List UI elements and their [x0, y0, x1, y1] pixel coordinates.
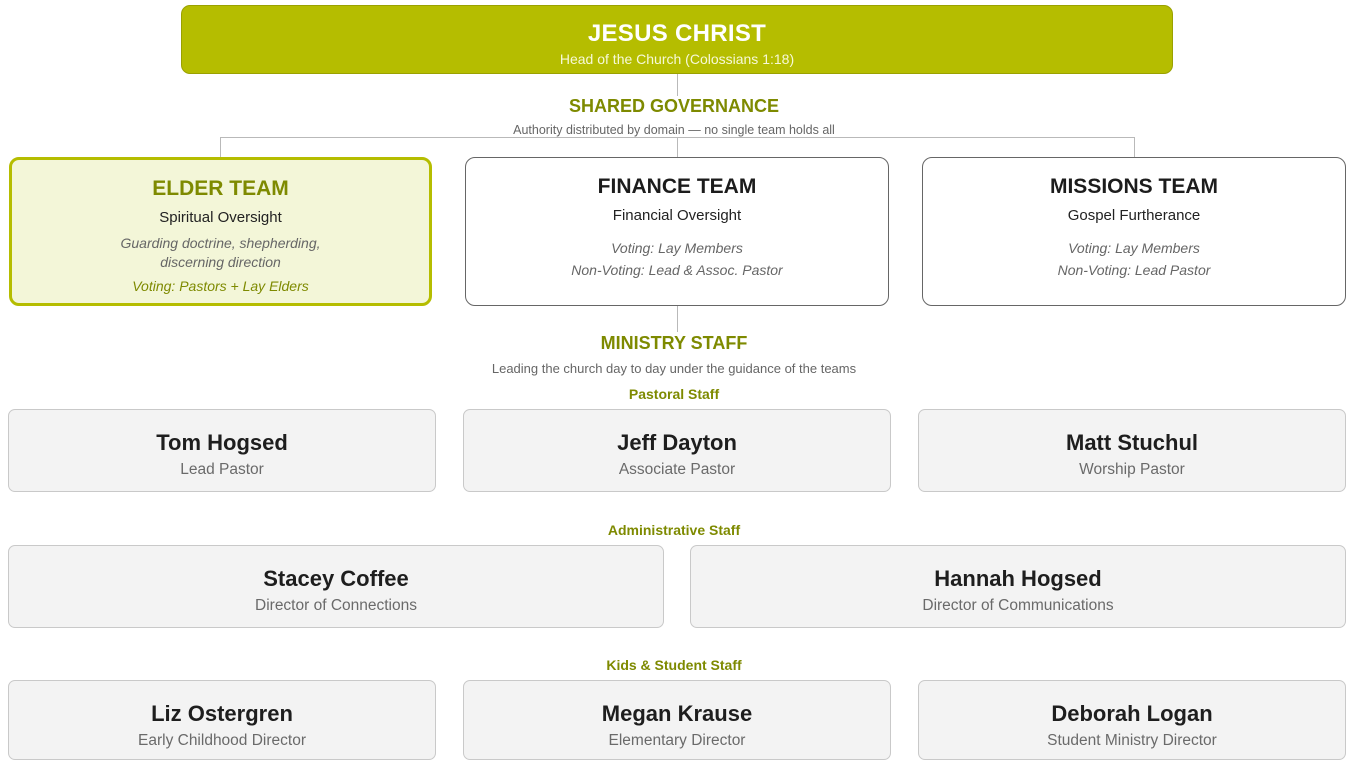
staff-role: Lead Pastor: [180, 461, 264, 478]
staff-name: Deborah Logan: [1051, 701, 1213, 726]
ministry-subtitle: Leading the church day to day under the …: [491, 361, 857, 376]
team-title: MISSIONS TEAM: [1049, 175, 1218, 198]
team-subtitle: Spiritual Oversight: [159, 209, 282, 226]
team-card-elder: ELDER TEAM Spiritual Oversight Guarding …: [9, 157, 432, 306]
team-subtitle: Gospel Furtherance: [1067, 207, 1201, 224]
staff-name: Megan Krause: [601, 701, 753, 726]
staff-role: Director of Communications: [922, 597, 1114, 614]
staff-role: Early Childhood Director: [138, 732, 306, 749]
staff-name: Liz Ostergren: [151, 701, 293, 726]
staff-role: Student Ministry Director: [1047, 732, 1217, 749]
connector-to-elder: [220, 137, 221, 158]
head-box: JESUS CHRIST Head of the Church (Colossi…: [181, 5, 1173, 74]
team-title: ELDER TEAM: [152, 177, 289, 200]
team-voting-line: Non-Voting: Lead Pastor: [1057, 262, 1211, 278]
team-voting-line: Voting: Lay Members: [1068, 240, 1200, 256]
connector-head-to-governance: [677, 74, 678, 96]
connector-finance-to-ministry: [677, 306, 678, 332]
team-title: FINANCE TEAM: [597, 175, 757, 198]
staff-card: Tom Hogsed Lead Pastor: [8, 409, 436, 492]
staff-role: Elementary Director: [608, 732, 746, 749]
team-description-line: Guarding doctrine, shepherding,: [120, 235, 321, 251]
team-voting-line: Voting: Pastors + Lay Elders: [132, 278, 309, 294]
team-card-finance: FINANCE TEAM Financial Oversight Voting:…: [465, 157, 889, 306]
connector-to-missions: [1134, 137, 1135, 158]
staff-card: Megan Krause Elementary Director: [463, 680, 891, 760]
head-title: JESUS CHRIST: [587, 20, 767, 47]
team-description: Guarding doctrine, shepherding, discerni…: [12, 234, 429, 272]
staff-card: Jeff Dayton Associate Pastor: [463, 409, 891, 492]
group-label-kids-student: Kids & Student Staff: [606, 657, 742, 673]
head-subtitle: Head of the Church (Colossians 1:18): [559, 51, 795, 67]
governance-title: SHARED GOVERNANCE: [568, 96, 780, 116]
staff-name: Stacey Coffee: [263, 566, 409, 591]
staff-name: Matt Stuchul: [1066, 430, 1198, 455]
staff-role: Director of Connections: [255, 597, 417, 614]
staff-name: Hannah Hogsed: [934, 566, 1102, 591]
staff-card: Stacey Coffee Director of Connections: [8, 545, 664, 628]
team-card-missions: MISSIONS TEAM Gospel Furtherance Voting:…: [922, 157, 1346, 306]
group-label-administrative: Administrative Staff: [607, 522, 741, 538]
ministry-title: MINISTRY STAFF: [600, 333, 748, 353]
staff-name: Tom Hogsed: [156, 430, 288, 455]
governance-subtitle: Authority distributed by domain — no sin…: [374, 123, 974, 137]
staff-card: Hannah Hogsed Director of Communications: [690, 545, 1346, 628]
connector-to-finance: [677, 137, 678, 158]
staff-name: Jeff Dayton: [617, 430, 737, 455]
team-voting-line: Voting: Lay Members: [611, 240, 743, 256]
team-voting-line: Non-Voting: Lead & Assoc. Pastor: [571, 262, 783, 278]
staff-role: Associate Pastor: [618, 461, 736, 478]
group-label-pastoral: Pastoral Staff: [628, 386, 720, 402]
staff-role: Worship Pastor: [1079, 461, 1185, 478]
team-description-line: discerning direction: [160, 254, 281, 270]
staff-card: Liz Ostergren Early Childhood Director: [8, 680, 436, 760]
staff-card: Matt Stuchul Worship Pastor: [918, 409, 1346, 492]
team-subtitle: Financial Oversight: [612, 207, 742, 224]
staff-card: Deborah Logan Student Ministry Director: [918, 680, 1346, 760]
